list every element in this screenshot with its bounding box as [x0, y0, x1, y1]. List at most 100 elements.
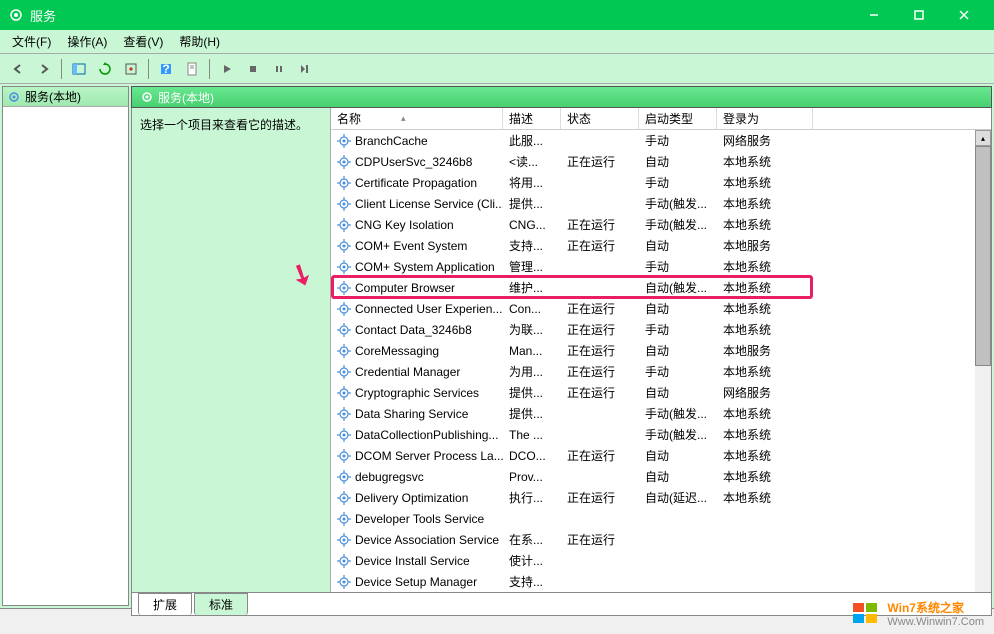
cell-status: 正在运行 — [561, 216, 639, 233]
cell-desc: Prov... — [503, 470, 561, 484]
cell-startup: 自动(延迟... — [639, 489, 717, 506]
service-row[interactable]: BranchCache此服... 手动网络服务 — [331, 130, 991, 151]
properties-button[interactable] — [180, 57, 204, 81]
scroll-thumb[interactable] — [975, 146, 991, 366]
cell-name: Computer Browser — [331, 281, 503, 295]
cell-name: DCOM Server Process La... — [331, 449, 503, 463]
cell-desc: 使计... — [503, 552, 561, 569]
cell-logon: 本地系统 — [717, 426, 813, 443]
tab-standard[interactable]: 标准 — [194, 593, 248, 615]
service-row[interactable]: COM+ Event System支持...正在运行自动本地服务 — [331, 235, 991, 256]
gear-icon — [7, 90, 21, 104]
toolbar-separator — [148, 59, 149, 79]
service-row[interactable]: Data Sharing Service提供...手动(触发...本地系统 — [331, 403, 991, 424]
menu-bar: 文件(F) 操作(A) 查看(V) 帮助(H) — [0, 30, 994, 54]
service-row[interactable]: debugregsvcProv...自动本地系统 — [331, 466, 991, 487]
list-body[interactable]: ▴ BranchCache此服... 手动网络服务 CDPUserSvc_3246b… — [331, 130, 991, 592]
cell-name: Delivery Optimization — [331, 491, 503, 505]
column-header-startup[interactable]: 启动类型 — [639, 108, 717, 129]
service-row[interactable]: Delivery Optimization执行...正在运行自动(延迟...本地… — [331, 487, 991, 508]
stop-service-button[interactable] — [241, 57, 265, 81]
cell-logon: 网络服务 — [717, 132, 813, 149]
cell-desc: 此服... — [503, 132, 561, 149]
service-row[interactable]: DataCollectionPublishing...The ...手动(触发.… — [331, 424, 991, 445]
cell-logon: 本地系统 — [717, 363, 813, 380]
gear-icon — [337, 428, 351, 442]
tree-root-item[interactable]: 服务(本地) — [3, 87, 128, 107]
gear-icon — [337, 365, 351, 379]
cell-status: 正在运行 — [561, 489, 639, 506]
service-row[interactable]: COM+ System Application管理...手动本地系统 — [331, 256, 991, 277]
menu-help[interactable]: 帮助(H) — [171, 31, 228, 52]
cell-logon: 本地系统 — [717, 300, 813, 317]
service-row[interactable]: DCOM Server Process La...DCO...正在运行自动本地系… — [331, 445, 991, 466]
service-row[interactable]: Device Install Service使计... — [331, 550, 991, 571]
cell-startup: 自动 — [639, 300, 717, 317]
cell-name: Connected User Experien... — [331, 302, 503, 316]
cell-desc: 提供... — [503, 405, 561, 422]
cell-status: 正在运行 — [561, 321, 639, 338]
cell-name: COM+ Event System — [331, 239, 503, 253]
cell-name: Device Setup Manager — [331, 575, 503, 589]
service-row[interactable]: Credential Manager为用...正在运行手动本地系统 — [331, 361, 991, 382]
service-row[interactable]: Connected User Experien...Con...正在运行自动本地… — [331, 298, 991, 319]
show-hide-pane-button[interactable] — [67, 57, 91, 81]
cell-desc: 在系... — [503, 531, 561, 548]
list-header: 名称▴ 描述 状态 启动类型 登录为 — [331, 108, 991, 130]
column-header-status[interactable]: 状态 — [561, 108, 639, 129]
cell-logon: 本地系统 — [717, 153, 813, 170]
column-header-logon[interactable]: 登录为 — [717, 108, 813, 129]
service-row[interactable]: Cryptographic Services提供...正在运行自动网络服务 — [331, 382, 991, 403]
service-row[interactable]: Client License Service (Cli...提供...手动(触发… — [331, 193, 991, 214]
cell-name: Device Install Service — [331, 554, 503, 568]
service-row[interactable]: Device Association Service在系...正在运行 — [331, 529, 991, 550]
cell-name: BranchCache — [331, 134, 503, 148]
service-row[interactable]: Device Setup Manager支持... — [331, 571, 991, 592]
service-row[interactable]: Computer Browser维护...自动(触发...本地系统 — [331, 277, 991, 298]
close-button[interactable] — [941, 0, 986, 30]
service-row[interactable]: CDPUserSvc_3246b8<读...正在运行自动本地系统 — [331, 151, 991, 172]
back-button[interactable] — [6, 57, 30, 81]
column-header-name[interactable]: 名称▴ — [331, 108, 503, 129]
gear-icon — [337, 512, 351, 526]
maximize-button[interactable] — [896, 0, 941, 30]
cell-startup: 自动 — [639, 384, 717, 401]
cell-name: Cryptographic Services — [331, 386, 503, 400]
toolbar: ? — [0, 54, 994, 84]
menu-view[interactable]: 查看(V) — [115, 31, 171, 52]
menu-file[interactable]: 文件(F) — [4, 31, 59, 52]
cell-status: 正在运行 — [561, 153, 639, 170]
cell-status: 正在运行 — [561, 531, 639, 548]
cell-startup: 自动 — [639, 468, 717, 485]
gear-icon — [337, 155, 351, 169]
cell-status: 正在运行 — [561, 237, 639, 254]
gear-icon — [337, 302, 351, 316]
cell-startup: 自动 — [639, 342, 717, 359]
cell-startup: 手动 — [639, 132, 717, 149]
refresh-button[interactable] — [93, 57, 117, 81]
start-service-button[interactable] — [215, 57, 239, 81]
pause-service-button[interactable] — [267, 57, 291, 81]
service-row[interactable]: Certificate Propagation将用...手动本地系统 — [331, 172, 991, 193]
tab-extended[interactable]: 扩展 — [138, 593, 192, 615]
column-header-desc[interactable]: 描述 — [503, 108, 561, 129]
scroll-up-button[interactable]: ▴ — [975, 130, 991, 146]
cell-name: Certificate Propagation — [331, 176, 503, 190]
forward-button[interactable] — [32, 57, 56, 81]
cell-name: DataCollectionPublishing... — [331, 428, 503, 442]
service-row[interactable]: CoreMessagingMan...正在运行自动本地服务 — [331, 340, 991, 361]
service-row[interactable]: Contact Data_3246b8为联...正在运行手动本地系统 — [331, 319, 991, 340]
minimize-button[interactable] — [851, 0, 896, 30]
cell-logon: 本地系统 — [717, 447, 813, 464]
export-list-button[interactable] — [119, 57, 143, 81]
service-row[interactable]: CNG Key IsolationCNG...正在运行手动(触发...本地系统 — [331, 214, 991, 235]
service-row[interactable]: Developer Tools Service — [331, 508, 991, 529]
watermark: Win7系统之家 Www.Winwin7.Com — [851, 599, 984, 628]
menu-action[interactable]: 操作(A) — [59, 31, 115, 52]
help-button[interactable]: ? — [154, 57, 178, 81]
restart-service-button[interactable] — [293, 57, 317, 81]
gear-icon — [337, 407, 351, 421]
vertical-scrollbar[interactable]: ▴ — [975, 130, 991, 592]
cell-desc: Con... — [503, 302, 561, 316]
cell-startup: 手动(触发... — [639, 405, 717, 422]
